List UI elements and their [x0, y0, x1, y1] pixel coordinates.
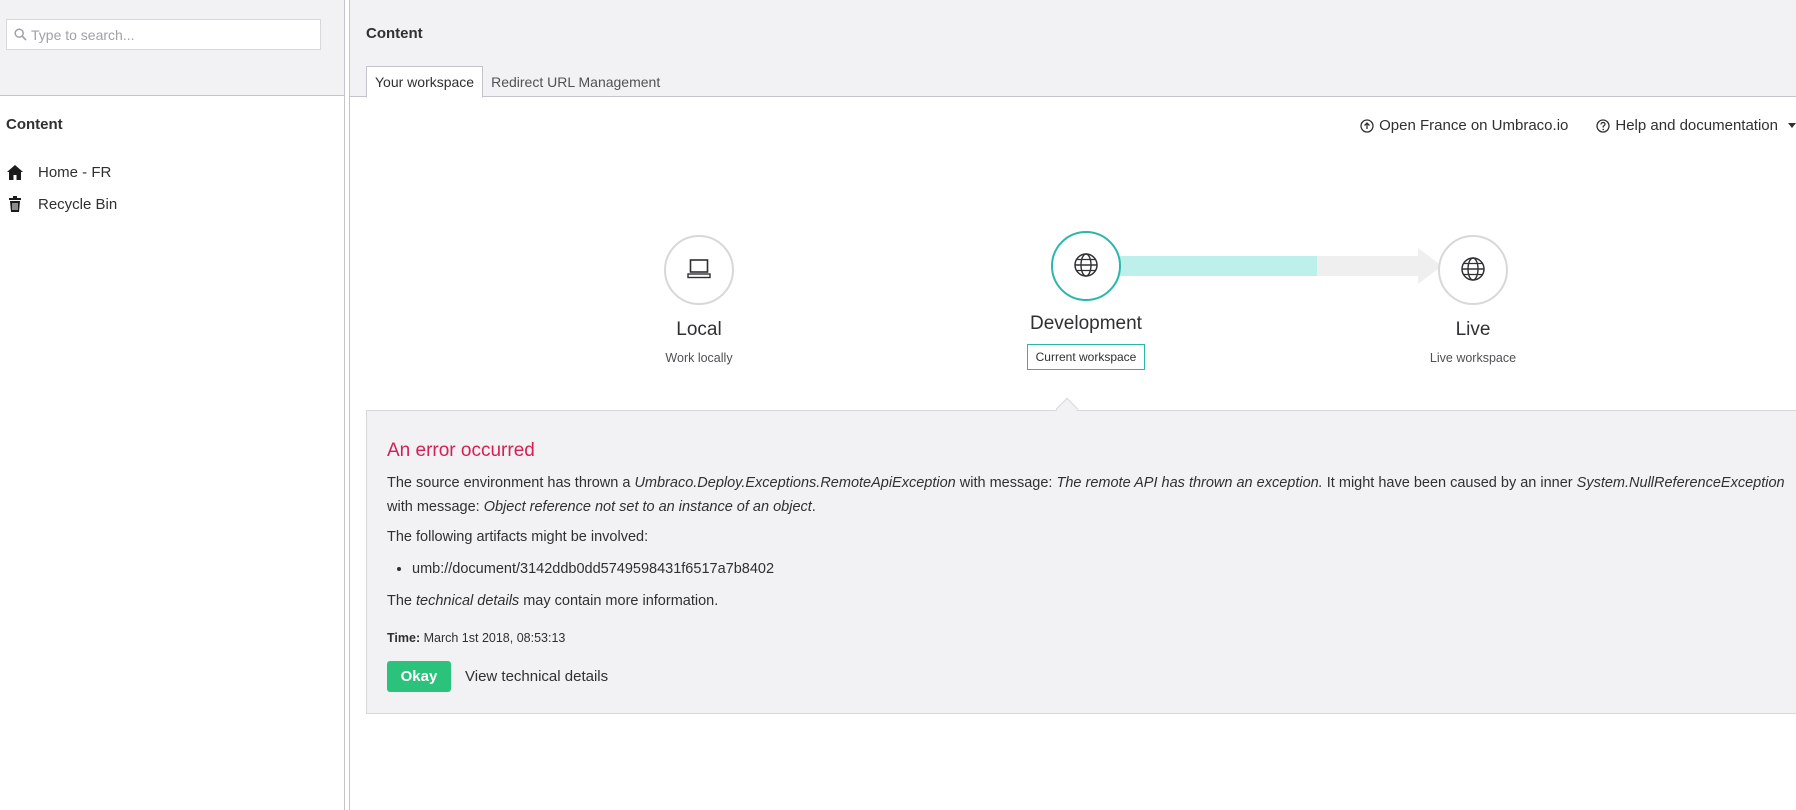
error-title: An error occurred: [387, 440, 535, 461]
okay-button[interactable]: Okay: [387, 661, 451, 692]
tab-bar: Your workspace Redirect URL Management: [366, 66, 668, 98]
error-message-text: with message:: [955, 475, 1057, 491]
env-live-name: Live: [1455, 319, 1491, 340]
env-live-description: Live workspace: [1429, 351, 1517, 365]
tree-item-recycle-bin[interactable]: Recycle Bin: [6, 192, 117, 216]
error-artifacts-list: umb://document/3142ddb0dd5749598431f6517…: [412, 561, 774, 577]
open-cloud-link[interactable]: Open France on Umbraco.io: [1360, 117, 1568, 134]
tree-panel: Content Home - FR Recycle Bin: [0, 0, 345, 810]
error-message-text: .: [811, 499, 816, 515]
tree-item-home-fr[interactable]: Home - FR: [6, 160, 111, 184]
search-box[interactable]: [6, 19, 321, 50]
tree-heading[interactable]: Content: [6, 116, 63, 133]
tree-item-label: Home - FR: [38, 163, 112, 181]
error-timestamp: Time: March 1st 2018, 08:53:13: [387, 631, 565, 645]
help-label: Help and documentation: [1615, 117, 1778, 134]
error-more-text: may contain more information.: [519, 593, 719, 609]
trash-icon: [6, 195, 24, 213]
current-workspace-badge: Current workspace: [1026, 344, 1146, 370]
env-development-name: Development: [1030, 313, 1142, 334]
open-cloud-label: Open France on Umbraco.io: [1379, 117, 1569, 134]
error-inner-exception-type: System.NullReferenceException: [1576, 475, 1785, 491]
error-time-value: March 1st 2018, 08:53:13: [420, 631, 566, 645]
tree-item-label: Recycle Bin: [38, 195, 118, 213]
error-inner-message: Object reference not set to an instance …: [483, 499, 812, 515]
error-message-text: It might have been caused by an inner: [1322, 475, 1577, 491]
main-header: Content Your workspace Redirect URL Mana…: [350, 0, 1796, 98]
error-time-label: Time:: [387, 631, 421, 645]
view-technical-details-button[interactable]: View technical details: [465, 661, 608, 692]
globe-icon: [1460, 256, 1486, 285]
env-local-name: Local: [676, 319, 722, 340]
page-title: Content: [366, 25, 423, 42]
laptop-icon: [687, 258, 711, 283]
error-more-text: The: [387, 593, 417, 609]
globe-icon: [1073, 252, 1099, 281]
env-development-circle: [1051, 231, 1121, 301]
cloud-icon: [1360, 118, 1374, 133]
search-input[interactable]: [31, 26, 311, 43]
error-panel: An error occurred The source environment…: [366, 410, 1796, 714]
help-documentation-link[interactable]: Help and documentation: [1596, 117, 1796, 134]
home-icon: [6, 163, 24, 181]
error-message-text: with message:: [387, 499, 484, 515]
error-message-text: The source environment has thrown a: [387, 475, 635, 491]
env-local[interactable]: Local Work locally: [599, 235, 799, 365]
tab-your-workspace[interactable]: Your workspace: [366, 66, 484, 98]
chevron-down-icon[interactable]: [1788, 123, 1796, 128]
tree-search-area: [0, 0, 345, 96]
error-exception-type: Umbraco.Deploy.Exceptions.RemoteApiExcep…: [634, 475, 956, 491]
error-message: The source environment has thrown a Umbr…: [387, 471, 1796, 519]
error-artifacts-label: The following artifacts might be involve…: [387, 529, 649, 545]
top-links: Open France on Umbraco.io Help and docum…: [1332, 117, 1796, 134]
error-more-italic: technical details: [416, 593, 520, 609]
env-development[interactable]: Development Current workspace: [986, 231, 1186, 370]
help-icon: [1596, 118, 1611, 133]
env-live[interactable]: Live Live workspace: [1373, 235, 1573, 365]
env-local-circle: [664, 235, 734, 305]
env-live-circle: [1438, 235, 1508, 305]
list-item: umb://document/3142ddb0dd5749598431f6517…: [412, 561, 774, 577]
main-content: Content Your workspace Redirect URL Mana…: [350, 0, 1796, 810]
env-local-description: Work locally: [665, 351, 733, 365]
error-more-info: The technical details may contain more i…: [387, 593, 718, 609]
tab-redirect-url-management[interactable]: Redirect URL Management: [483, 66, 668, 97]
error-remote-message: The remote API has thrown an exception.: [1056, 475, 1323, 491]
search-icon: [13, 28, 27, 42]
